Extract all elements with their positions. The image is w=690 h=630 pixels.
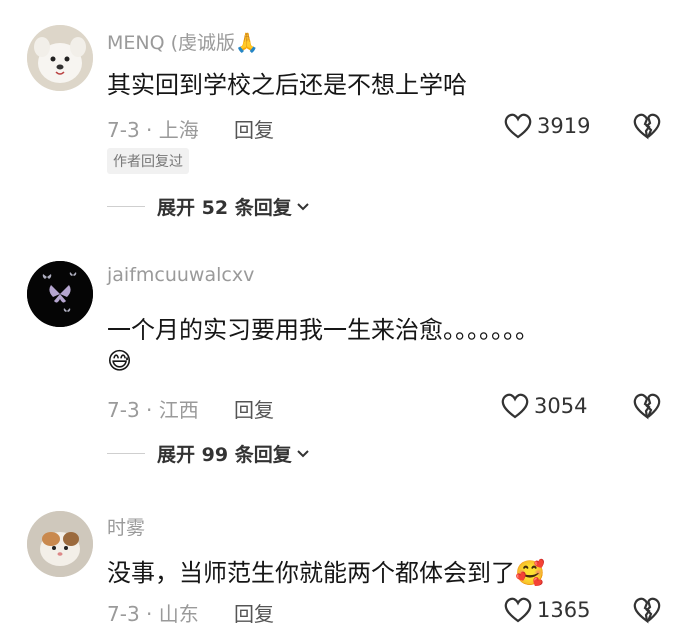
like-count: 1365	[537, 598, 591, 622]
reply-button[interactable]: 回复	[234, 394, 274, 423]
like-button[interactable]: 1365	[503, 596, 590, 624]
dislike-button[interactable]	[632, 392, 662, 424]
comment-emoji: 😅	[107, 347, 133, 375]
comment-text: 一个月的实习要用我一生来治愈。。。。。。。	[107, 316, 539, 344]
avatar[interactable]	[27, 511, 93, 577]
comment-text-body: 没事，当师范生你就能两个都体会到了	[107, 559, 515, 587]
heart-outline-icon	[504, 597, 532, 623]
comment-text: 没事，当师范生你就能两个都体会到了🥰	[107, 553, 545, 588]
comment-date-location: 7-3 · 江西	[107, 398, 199, 422]
username[interactable]: jaifmcuuwalcxv	[107, 264, 254, 286]
broken-heart-icon	[633, 597, 661, 624]
comment-date-location: 7-3 · 山东	[107, 602, 199, 626]
expand-replies-button[interactable]: 展开 99 条回复	[107, 440, 310, 467]
heart-outline-icon	[501, 393, 529, 419]
hug-emoji: 🥰	[515, 559, 545, 587]
broken-heart-icon	[633, 393, 661, 420]
expand-label: 展开 99 条回复	[157, 444, 292, 466]
chevron-down-icon	[297, 449, 309, 457]
like-count: 3054	[534, 394, 588, 418]
divider-line	[107, 453, 145, 454]
reply-button[interactable]: 回复	[234, 598, 274, 627]
dislike-button[interactable]	[632, 596, 662, 628]
like-button[interactable]: 3054	[500, 392, 587, 420]
username[interactable]: 时雾	[107, 513, 145, 540]
avatar[interactable]	[27, 261, 93, 327]
comment-item: 时雾 没事，当师范生你就能两个都体会到了🥰 7-3 · 山东 回复 1365	[0, 0, 690, 626]
